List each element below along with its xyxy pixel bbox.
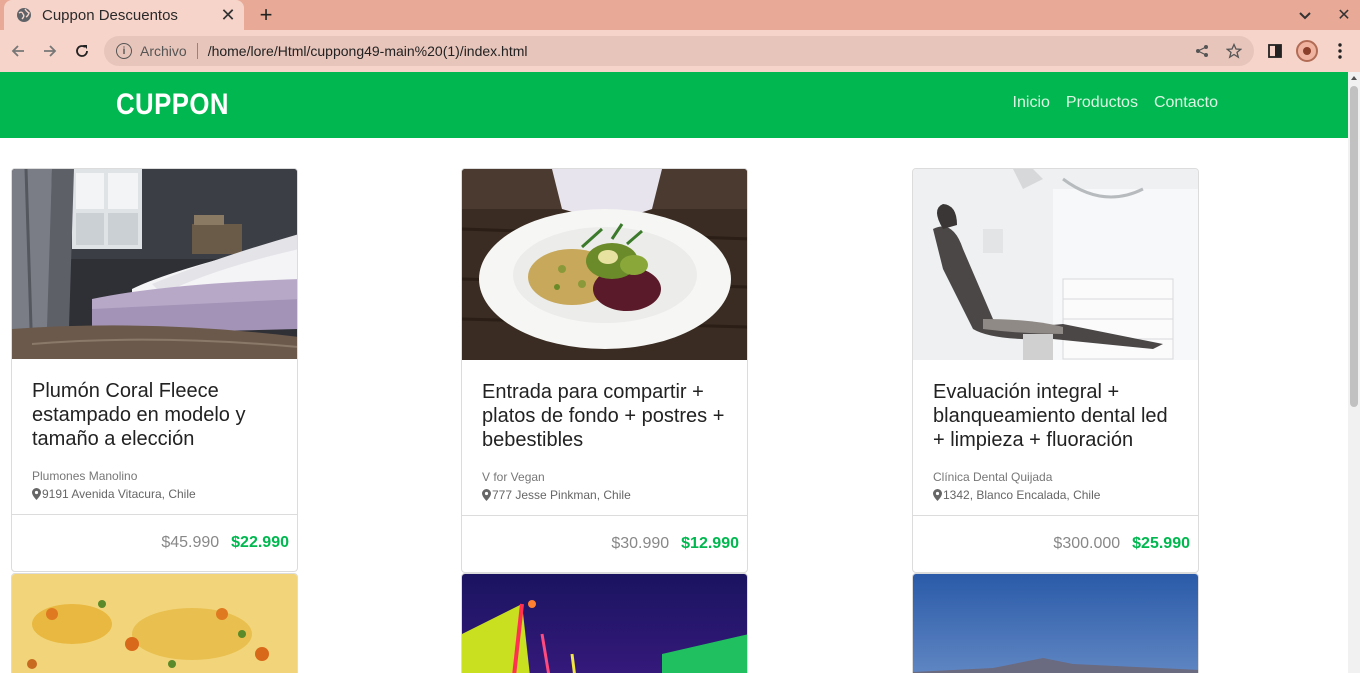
product-card[interactable] — [912, 573, 1199, 673]
address-separator — [196, 43, 198, 59]
product-title[interactable]: Entrada para compartir + platos de fondo… — [482, 380, 727, 452]
map-pin-icon — [933, 489, 942, 501]
forward-arrow-icon[interactable] — [38, 39, 62, 63]
bookmark-star-icon[interactable] — [1222, 39, 1246, 63]
card-body: Evaluación integral + blanqueamiento den… — [913, 360, 1198, 516]
product-image-food — [12, 574, 297, 673]
back-arrow-icon[interactable] — [6, 39, 30, 63]
side-panel-icon[interactable] — [1263, 39, 1287, 63]
store-address: 777 Jesse Pinkman, Chile — [482, 488, 727, 502]
product-title[interactable]: Plumón Coral Fleece estampado en modelo … — [32, 379, 277, 451]
reload-icon[interactable] — [70, 39, 94, 63]
card-footer: $300.000 $25.990 — [913, 516, 1198, 572]
tab-title: Cuppon Descuentos — [42, 6, 178, 24]
share-icon[interactable] — [1190, 39, 1214, 63]
new-tab-button[interactable]: + — [254, 2, 278, 27]
old-price: $300.000 — [1053, 535, 1121, 552]
product-card[interactable]: Evaluación integral + blanqueamiento den… — [912, 168, 1199, 573]
nav-link-productos[interactable]: Productos — [1066, 94, 1138, 112]
product-image-fair-lights — [462, 574, 747, 673]
nav-links: Inicio Productos Contacto — [1013, 94, 1218, 112]
discount-price: $25.990 — [1132, 535, 1190, 552]
store-address: 1342, Blanco Encalada, Chile — [933, 488, 1178, 502]
product-title[interactable]: Evaluación integral + blanqueamiento den… — [933, 380, 1178, 452]
store-name: Plumones Manolino — [32, 469, 138, 483]
card-footer: $45.990 $22.990 — [12, 515, 297, 571]
card-footer: $30.990 $12.990 — [462, 516, 747, 572]
browser-tab-strip: Cuppon Descuentos ✕ + ✕ — [0, 0, 1360, 30]
product-image-bedroom — [12, 169, 297, 359]
close-tab-icon[interactable]: ✕ — [216, 3, 240, 27]
address-text: 777 Jesse Pinkman, Chile — [492, 488, 631, 502]
product-card[interactable] — [11, 573, 298, 673]
browser-toolbar: i Archivo /home/lore/Html/cuppong49-main… — [0, 30, 1360, 72]
old-price: $45.990 — [161, 534, 220, 551]
site-info-icon[interactable]: i — [116, 43, 132, 59]
discount-price: $12.990 — [681, 535, 739, 552]
card-body: Plumón Coral Fleece estampado en modelo … — [12, 359, 297, 515]
discount-price: $22.990 — [231, 534, 289, 551]
product-image-dental-chair — [913, 169, 1198, 360]
profile-avatar-icon[interactable] — [1295, 39, 1319, 63]
globe-icon — [17, 8, 31, 22]
store-name: V for Vegan — [482, 470, 545, 484]
product-card[interactable]: Plumón Coral Fleece estampado en modelo … — [11, 168, 298, 572]
product-card[interactable]: Entrada para compartir + platos de fondo… — [461, 168, 748, 573]
store-name: Clínica Dental Quijada — [933, 470, 1053, 484]
product-image-salad — [462, 169, 747, 360]
card-body: Entrada para compartir + platos de fondo… — [462, 360, 747, 516]
page-viewport: CUPPON Inicio Productos Contacto Plumón … — [0, 72, 1348, 673]
tab-search-chevron-icon[interactable] — [1293, 3, 1317, 27]
browser-tab[interactable]: Cuppon Descuentos ✕ — [4, 0, 244, 30]
address-bar[interactable]: i Archivo /home/lore/Html/cuppong49-main… — [104, 36, 1254, 66]
scrollbar-thumb[interactable] — [1350, 86, 1358, 407]
nav-link-inicio[interactable]: Inicio — [1013, 94, 1050, 112]
product-card[interactable] — [461, 573, 748, 673]
page-scrollbar[interactable] — [1348, 72, 1360, 673]
map-pin-icon — [32, 488, 41, 500]
site-navbar: CUPPON Inicio Productos Contacto — [0, 72, 1348, 138]
scroll-up-arrow-icon[interactable] — [1351, 76, 1357, 80]
window-close-icon[interactable]: ✕ — [1332, 3, 1356, 27]
product-image-mountain — [913, 574, 1198, 673]
menu-kebab-icon[interactable] — [1328, 39, 1352, 63]
url-text[interactable]: /home/lore/Html/cuppong49-main%20(1)/ind… — [208, 43, 1190, 59]
address-text: 1342, Blanco Encalada, Chile — [943, 488, 1101, 502]
scheme-label: Archivo — [140, 43, 187, 59]
old-price: $30.990 — [611, 535, 670, 552]
brand-logo[interactable]: CUPPON — [116, 88, 229, 122]
nav-link-contacto[interactable]: Contacto — [1154, 94, 1218, 112]
address-text: 9191 Avenida Vitacura, Chile — [42, 487, 196, 501]
map-pin-icon — [482, 489, 491, 501]
store-address: 9191 Avenida Vitacura, Chile — [32, 487, 277, 501]
